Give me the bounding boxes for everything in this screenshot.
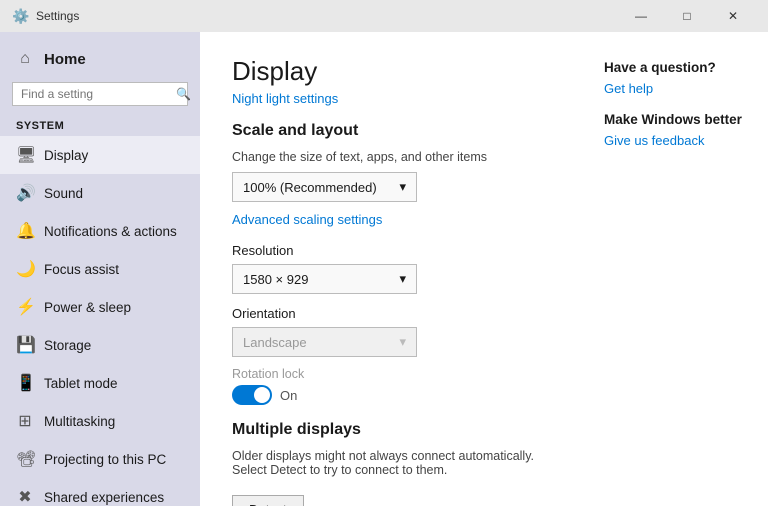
sidebar-item-shared[interactable]: ✖ Shared experiences (0, 478, 200, 506)
focus-icon: 🌙 (16, 259, 34, 279)
night-light-link[interactable]: Night light settings (232, 91, 556, 106)
rotation-lock-toggle[interactable] (232, 385, 272, 405)
titlebar-title: Settings (36, 9, 618, 23)
sidebar-item-tablet[interactable]: 📱 Tablet mode (0, 364, 200, 402)
scale-heading: Scale and layout (232, 122, 556, 140)
tablet-icon: 📱 (16, 373, 34, 393)
multiple-displays-section: Multiple displays Older displays might n… (232, 421, 556, 506)
chevron-down-icon: ▾ (399, 179, 406, 195)
orientation-dropdown[interactable]: Landscape ▾ (232, 327, 417, 357)
scale-dropdown[interactable]: 100% (Recommended) ▾ (232, 172, 417, 202)
sidebar-item-display[interactable]: 🖥 Display (0, 136, 200, 174)
display-icon: 🖥 (16, 145, 34, 165)
multiple-displays-heading: Multiple displays (232, 421, 556, 439)
sidebar-section-system: System (0, 114, 200, 136)
toggle-knob (254, 387, 270, 403)
sidebar-item-sound[interactable]: 🔊 Sound (0, 174, 200, 212)
multitasking-icon: ⊞ (16, 411, 34, 431)
chevron-down-icon: ▾ (399, 334, 406, 350)
maximize-button[interactable]: □ (664, 0, 710, 32)
sidebar-item-home[interactable]: ⌂ Home (0, 40, 200, 78)
sidebar-item-power[interactable]: ⚡ Power & sleep (0, 288, 200, 326)
get-help-link[interactable]: Get help (604, 81, 752, 96)
sidebar-item-multitasking[interactable]: ⊞ Multitasking (0, 402, 200, 440)
rotation-lock-state: On (280, 388, 297, 403)
scale-value: 100% (Recommended) (243, 180, 377, 195)
window-controls: — □ ✕ (618, 0, 756, 32)
shared-icon: ✖ (16, 487, 34, 506)
advanced-scaling-link[interactable]: Advanced scaling settings (232, 212, 556, 227)
notifications-icon: 🔔 (16, 221, 34, 241)
sidebar-item-storage[interactable]: 💾 Storage (0, 326, 200, 364)
help-panel: Have a question? Get help Make Windows b… (588, 32, 768, 506)
orientation-value: Landscape (243, 335, 307, 350)
home-icon: ⌂ (16, 50, 34, 68)
sidebar-item-focus[interactable]: 🌙 Focus assist (0, 250, 200, 288)
main-content: Display Night light settings Scale and l… (200, 32, 588, 506)
orientation-label: Orientation (232, 306, 556, 321)
search-icon: 🔍 (176, 87, 191, 101)
scale-description: Change the size of text, apps, and other… (232, 150, 556, 164)
multiple-displays-desc: Older displays might not always connect … (232, 449, 556, 477)
settings-icon: ⚙️ (12, 8, 28, 24)
projecting-icon: 📽 (16, 449, 34, 469)
make-better-title: Make Windows better (604, 112, 752, 127)
search-box[interactable]: 🔍 (12, 82, 188, 106)
feedback-link[interactable]: Give us feedback (604, 133, 752, 148)
app-body: ⌂ Home 🔍 System 🖥 Display 🔊 Sound 🔔 Noti… (0, 32, 768, 506)
sidebar: ⌂ Home 🔍 System 🖥 Display 🔊 Sound 🔔 Noti… (0, 32, 200, 506)
power-icon: ⚡ (16, 297, 34, 317)
sound-icon: 🔊 (16, 183, 34, 203)
resolution-label: Resolution (232, 243, 556, 258)
resolution-section: Resolution 1580 × 929 ▾ (232, 243, 556, 294)
close-button[interactable]: ✕ (710, 0, 756, 32)
sidebar-item-notifications[interactable]: 🔔 Notifications & actions (0, 212, 200, 250)
rotation-lock-section: Rotation lock On (232, 367, 556, 405)
detect-button[interactable]: Detect (232, 495, 304, 506)
page-title: Display (232, 56, 556, 87)
help-question-title: Have a question? (604, 60, 752, 75)
orientation-section: Orientation Landscape ▾ (232, 306, 556, 357)
rotation-lock-label: Rotation lock (232, 367, 556, 381)
chevron-down-icon: ▾ (399, 271, 406, 287)
scale-section: Scale and layout Change the size of text… (232, 122, 556, 227)
resolution-value: 1580 × 929 (243, 272, 308, 287)
minimize-button[interactable]: — (618, 0, 664, 32)
resolution-dropdown[interactable]: 1580 × 929 ▾ (232, 264, 417, 294)
titlebar: ⚙️ Settings — □ ✕ (0, 0, 768, 32)
search-input[interactable] (21, 87, 176, 101)
sidebar-item-projecting[interactable]: 📽 Projecting to this PC (0, 440, 200, 478)
rotation-lock-toggle-row: On (232, 385, 556, 405)
storage-icon: 💾 (16, 335, 34, 355)
